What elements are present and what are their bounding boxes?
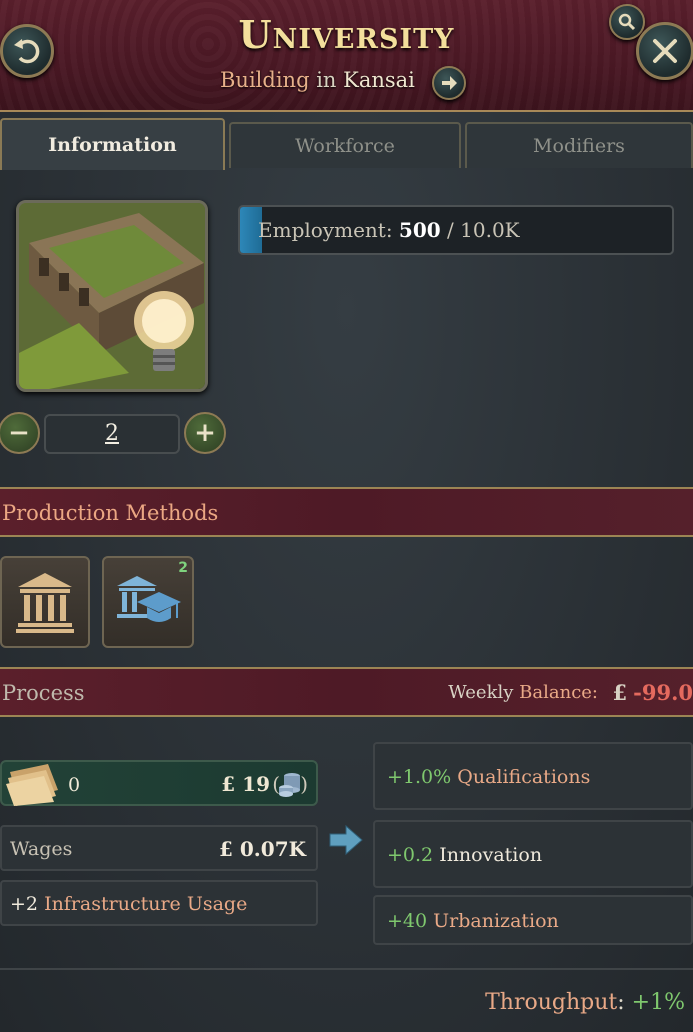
throughput[interactable]: Throughput: +1% (485, 990, 685, 1015)
throughput-value: +1% (631, 990, 685, 1015)
level-value[interactable]: 2 (44, 414, 180, 454)
currency-symbol: £ (612, 680, 628, 705)
paper-goods-icon (6, 764, 58, 806)
throughput-label: Throughput (485, 990, 618, 1015)
university-building-illustration (19, 203, 205, 389)
plus-icon: + (194, 418, 216, 448)
weekly-label-2: Balance: (519, 682, 598, 703)
employment-text: Employment: 500 / 10.0K (240, 218, 520, 242)
output-innovation[interactable]: +0.2 Innovation (373, 820, 693, 888)
infrastructure-row[interactable]: +2 Infrastructure Usage (0, 880, 318, 926)
output-qualifications-text: +1.0% Qualifications (387, 766, 590, 788)
process-arrow-icon (329, 824, 363, 856)
input-paren-close: ) (300, 772, 308, 796)
infrastructure-label: Infrastructure Usage (44, 893, 248, 915)
tab-bar: Information Workforce Modifiers (0, 118, 693, 170)
employment-bar[interactable]: Employment: 500 / 10.0K (238, 205, 674, 255)
output-innovation-text: +0.2 Innovation (387, 844, 542, 866)
input-price: £ 19 (221, 772, 270, 796)
throughput-colon: : (617, 990, 625, 1015)
employment-separator: / (447, 218, 454, 242)
output-urbanization[interactable]: +40 Urbanization (373, 895, 693, 945)
subtitle-location[interactable]: Kansai (343, 68, 415, 92)
subtitle-in: in (316, 68, 337, 92)
output-innovation-label: Innovation (439, 844, 543, 866)
panel-header: University Building in Kansai (0, 0, 693, 112)
subtitle-type: Building (220, 68, 310, 92)
building-subtitle: Building in Kansai (220, 68, 415, 92)
divider (0, 968, 693, 970)
output-innovation-amount: +0.2 (387, 844, 434, 866)
production-method-2-badge: 2 (178, 560, 188, 576)
minus-icon: − (8, 418, 30, 448)
weekly-balance-value[interactable]: £ -99.0 (613, 680, 693, 705)
building-image (16, 200, 208, 392)
level-stepper: − 2 + (0, 412, 230, 456)
go-to-location-button[interactable] (432, 66, 466, 100)
production-methods-title: Production Methods (2, 501, 219, 525)
output-qualifications-amount: +1.0% (387, 766, 452, 788)
building-panel: University Building in Kansai Informatio… (0, 0, 693, 1032)
output-qualifications[interactable]: +1.0% Qualifications (373, 742, 693, 810)
input-quantity: 0 (68, 774, 81, 796)
tab-workforce[interactable]: Workforce (229, 122, 461, 168)
increase-level-button[interactable]: + (184, 412, 226, 454)
building-columns-icon (16, 573, 74, 633)
employment-current: 500 (398, 218, 441, 242)
infrastructure-amount: +2 (10, 893, 39, 915)
output-urbanization-amount: +40 (387, 910, 428, 932)
weekly-label-1: Weekly (448, 682, 514, 703)
production-methods-header: Production Methods (0, 487, 693, 537)
production-method-1[interactable] (0, 556, 90, 648)
employment-label: Employment: (258, 218, 393, 242)
decrease-level-button[interactable]: − (0, 412, 40, 454)
page-title: University (238, 12, 455, 57)
output-qualifications-label: Qualifications (457, 766, 591, 788)
wages-row[interactable]: Wages £ 0.07K (0, 825, 318, 871)
output-urbanization-text: +40 Urbanization (387, 910, 559, 932)
employment-max: 10.0K (460, 218, 520, 242)
wages-label: Wages (10, 838, 73, 860)
weekly-balance-amount: -99.0 (633, 680, 693, 705)
arrow-right-icon (442, 76, 457, 90)
wages-value: £ 0.07K (219, 837, 306, 861)
production-method-2[interactable]: 2 (102, 556, 194, 648)
process-header: Process Weekly Balance: £ -99.0 (0, 667, 693, 717)
input-goods-row[interactable]: 0 £ 19 ( ) (0, 760, 318, 806)
process-title: Process (2, 681, 85, 705)
tab-modifiers[interactable]: Modifiers (465, 122, 693, 168)
coins-icon (279, 773, 300, 797)
infrastructure-text: +2 Infrastructure Usage (10, 893, 247, 915)
output-urbanization-label: Urbanization (433, 910, 559, 932)
weekly-balance-label: Weekly Balance: (448, 682, 598, 703)
education-institution-icon (117, 576, 181, 622)
tab-information[interactable]: Information (0, 118, 225, 170)
